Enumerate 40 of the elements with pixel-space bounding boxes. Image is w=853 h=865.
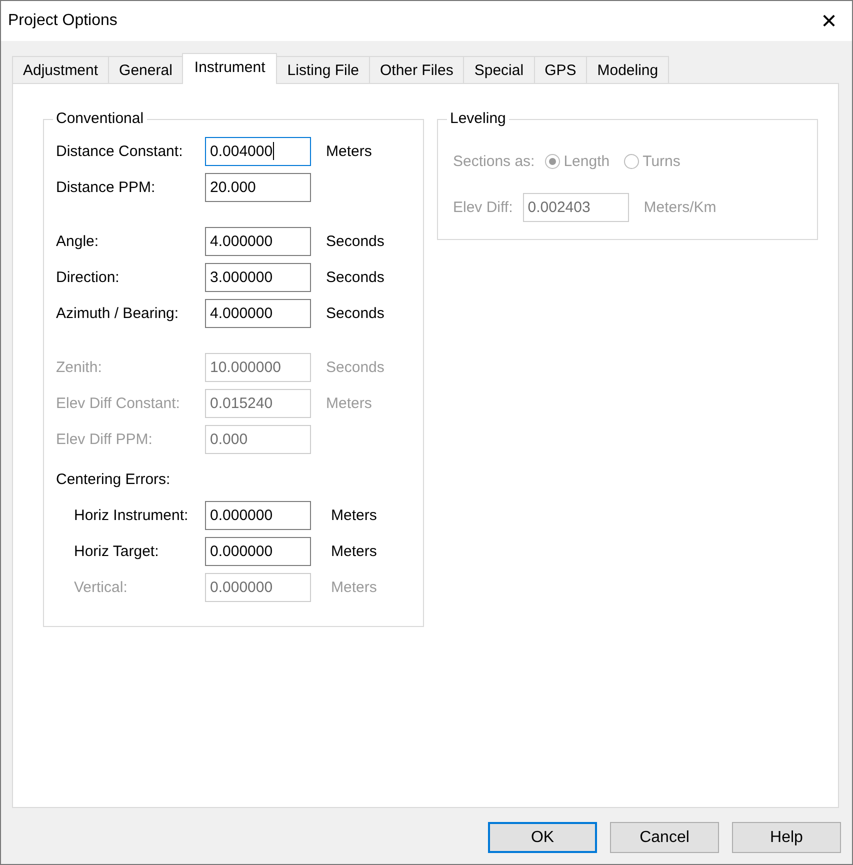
unit-label: Seconds: [326, 358, 384, 376]
dialog-button[interactable]: Help: [732, 822, 841, 853]
field-label: Elev Diff Constant:: [56, 394, 181, 412]
input-field[interactable]: 20.000: [205, 172, 311, 202]
field-label: Azimuth / Bearing:: [56, 304, 180, 322]
field-label: Direction:: [56, 268, 120, 286]
input-field[interactable]: 0.000000: [205, 536, 311, 566]
field-label: Elev Diff PPM:: [56, 430, 154, 448]
input-field[interactable]: 4.000000: [205, 226, 311, 256]
unit-label: Meters: [331, 578, 377, 596]
field-label: Horiz Target:: [73, 542, 160, 560]
field-label: Zenith:: [56, 358, 103, 376]
unit-label: Meters: [326, 142, 372, 160]
group-title: Leveling: [447, 110, 509, 127]
field-label: Sections as:: [453, 152, 535, 170]
tab[interactable]: Modeling: [586, 56, 670, 83]
field-label: Horiz Instrument:: [73, 506, 190, 524]
unit-label: Meters: [326, 394, 372, 412]
window-title: Project Options: [8, 12, 118, 30]
dialog-button[interactable]: OK: [488, 822, 597, 853]
field-label: Elev Diff:: [453, 198, 513, 216]
unit-label: Meters: [331, 542, 377, 560]
section-heading: Centering Errors:: [56, 470, 172, 490]
field-label: Vertical:: [73, 578, 128, 596]
tab[interactable]: Instrument: [182, 53, 278, 84]
dialog-button[interactable]: Cancel: [610, 822, 719, 853]
field-label: Angle:: [56, 232, 100, 250]
field-label: Distance Constant:: [56, 142, 184, 160]
field-label: Distance PPM:: [56, 178, 156, 196]
input-field[interactable]: 0.004000: [205, 136, 311, 166]
unit-label: Seconds: [326, 268, 384, 286]
unit-label: Meters/Km: [644, 198, 716, 216]
input-field[interactable]: 4.000000: [205, 298, 311, 328]
input-field[interactable]: 3.000000: [205, 262, 311, 292]
tab[interactable]: Adjustment: [12, 56, 110, 83]
close-button[interactable]: ✕: [806, 1, 852, 41]
unit-label: Meters: [331, 506, 377, 524]
input-field[interactable]: 0.000000: [205, 500, 311, 530]
unit-label: Seconds: [326, 304, 384, 322]
unit-label: Seconds: [326, 232, 384, 250]
